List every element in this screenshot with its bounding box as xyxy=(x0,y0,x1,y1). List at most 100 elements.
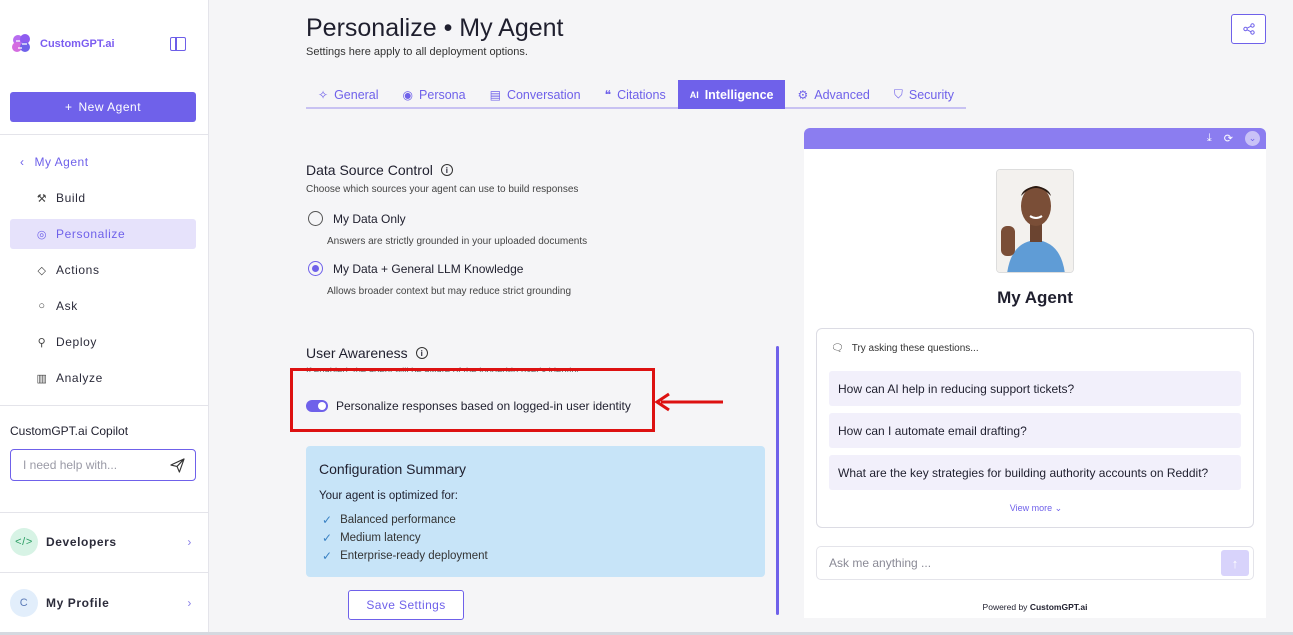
tab-label: Citations xyxy=(617,87,666,102)
copilot-input[interactable] xyxy=(23,458,153,472)
powered-brand: CustomGPT.ai xyxy=(1029,602,1088,612)
back-to-agent[interactable]: ‹ My Agent xyxy=(20,155,89,169)
check-icon: ✓ xyxy=(322,513,333,527)
questions-header: 🗨 Try asking these questions... xyxy=(831,343,979,354)
user-circle-icon: ◉ xyxy=(402,87,414,102)
tab-intelligence[interactable]: AI Intelligence xyxy=(677,80,786,109)
sidebar-item-personalize[interactable]: ◎ Personalize xyxy=(10,219,196,249)
personalize-toggle[interactable] xyxy=(306,400,328,412)
chevron-right-icon: › xyxy=(187,596,192,610)
tab-citations[interactable]: ❝ Citations xyxy=(593,80,678,109)
download-icon[interactable]: ⤓ xyxy=(1207,132,1212,145)
tab-persona[interactable]: ◉ Persona xyxy=(391,80,478,109)
suggested-questions: 🗨 Try asking these questions... How can … xyxy=(816,328,1254,528)
tab-conversation[interactable]: ▤ Conversation xyxy=(478,80,593,109)
chevron-down-icon: ⌄ xyxy=(1054,503,1063,513)
copilot-field xyxy=(10,449,196,481)
tab-label: Conversation xyxy=(506,87,581,102)
user-awareness-title-row: User Awareness i xyxy=(306,345,428,361)
summary-item: ✓ Enterprise-ready deployment xyxy=(322,549,488,563)
section-description: Choose which sources your agent can use … xyxy=(306,184,579,195)
view-more-link[interactable]: View more ⌄ xyxy=(817,503,1255,514)
tab-general[interactable]: ✧ General xyxy=(306,80,391,109)
refresh-icon[interactable]: ⟳ xyxy=(1224,132,1233,145)
share-button[interactable] xyxy=(1231,14,1266,44)
sidebar-item-actions[interactable]: ◇ Actions xyxy=(10,255,196,285)
sidebar-item-label: Build xyxy=(56,191,86,205)
view-more-label: View more xyxy=(1009,503,1053,513)
developers-link[interactable]: </> Developers › xyxy=(10,527,196,557)
chevron-right-icon: › xyxy=(187,535,192,549)
sidebar-collapse-icon[interactable] xyxy=(170,37,186,51)
powered-prefix: Powered by xyxy=(982,602,1028,612)
agent-name: My Agent xyxy=(997,288,1073,307)
developers-label: Developers xyxy=(46,535,117,549)
send-icon[interactable] xyxy=(170,457,185,473)
palette-icon: ◎ xyxy=(36,228,48,241)
radio-label: My Data Only xyxy=(333,211,406,226)
message-icon: ▤ xyxy=(489,87,501,102)
profile-label: My Profile xyxy=(46,596,110,610)
tab-label: Intelligence xyxy=(704,87,774,102)
quote-icon: ❝ xyxy=(604,87,612,102)
new-agent-label: New Agent xyxy=(78,100,142,114)
radio-my-data-only[interactable]: My Data Only xyxy=(308,211,406,226)
ai-icon: AI xyxy=(689,89,699,100)
chevron-down-icon[interactable]: ⌄ xyxy=(1245,131,1260,146)
section-title: Data Source Control xyxy=(306,162,433,178)
summary-item: ✓ Balanced performance xyxy=(322,513,456,527)
radio-my-data-llm[interactable]: My Data + General LLM Knowledge xyxy=(308,261,523,276)
tab-security[interactable]: ⛉ Security xyxy=(882,80,966,109)
sidebar-item-deploy[interactable]: ⚲ Deploy xyxy=(10,327,196,357)
radio-hint: Answers are strictly grounded in your up… xyxy=(327,236,588,247)
save-settings-button[interactable]: Save Settings xyxy=(348,590,464,620)
radio-button[interactable] xyxy=(308,211,323,226)
page-subtitle: Settings here apply to all deployment op… xyxy=(306,46,528,58)
profile-link[interactable]: C My Profile › xyxy=(10,588,196,618)
sidebar-item-label: Ask xyxy=(56,299,78,313)
sidebar-item-label: Personalize xyxy=(56,227,126,241)
summary-item-label: Balanced performance xyxy=(340,514,456,526)
divider xyxy=(0,572,208,573)
info-icon[interactable]: i xyxy=(415,347,428,359)
summary-item: ✓ Medium latency xyxy=(322,531,421,545)
arrow-annotation-icon xyxy=(655,392,723,412)
agent-label: My Agent xyxy=(34,155,89,169)
radio-label: My Data + General LLM Knowledge xyxy=(333,261,524,276)
copilot-title: CustomGPT.ai Copilot xyxy=(10,424,129,438)
bar-chart-icon: ▥ xyxy=(36,372,48,385)
radio-button[interactable] xyxy=(308,261,323,276)
settings-tabs: ✧ General ◉ Persona ▤ Conversation ❝ Cit… xyxy=(306,80,967,109)
sidebar-item-ask[interactable]: ○ Ask xyxy=(10,291,196,321)
question-item[interactable]: How can I automate email drafting? xyxy=(829,413,1241,448)
scrollbar[interactable] xyxy=(776,346,779,615)
tab-label: General xyxy=(334,87,379,102)
sidebar-item-label: Deploy xyxy=(56,335,97,349)
chat-input[interactable] xyxy=(829,556,1209,570)
section-title: User Awareness xyxy=(306,345,408,361)
sidebar-item-label: Analyze xyxy=(56,371,103,385)
info-icon[interactable]: i xyxy=(440,164,453,176)
sidebar-item-label: Actions xyxy=(56,263,100,277)
avatar: C xyxy=(10,589,38,617)
summary-subtitle: Your agent is optimized for: xyxy=(319,490,458,502)
send-arrow-icon[interactable]: ↑ xyxy=(1221,550,1249,576)
summary-item-label: Enterprise-ready deployment xyxy=(340,550,488,562)
divider xyxy=(0,512,208,513)
tab-advanced[interactable]: ⚙ Advanced xyxy=(785,80,881,109)
sidebar-item-analyze[interactable]: ▥ Analyze xyxy=(10,363,196,393)
brand-name: CustomGPT.ai xyxy=(40,38,115,50)
logo[interactable]: CustomGPT.ai xyxy=(10,32,115,56)
page-title: Personalize • My Agent xyxy=(306,14,564,42)
radio-hint: Allows broader context but may reduce st… xyxy=(327,286,572,297)
sidebar-item-build[interactable]: ⚒ Build xyxy=(10,183,196,213)
new-agent-button[interactable]: + New Agent xyxy=(10,92,196,122)
summary-item-label: Medium latency xyxy=(340,532,421,544)
agent-photo xyxy=(997,170,1073,272)
question-item[interactable]: What are the key strategies for building… xyxy=(829,455,1241,490)
plus-icon: + xyxy=(64,100,73,114)
diamond-icon: ◇ xyxy=(37,264,47,277)
wrench-icon: ⚙ xyxy=(797,87,809,102)
build-icon: ⚒ xyxy=(36,192,48,205)
question-item[interactable]: How can AI help in reducing support tick… xyxy=(829,371,1241,406)
